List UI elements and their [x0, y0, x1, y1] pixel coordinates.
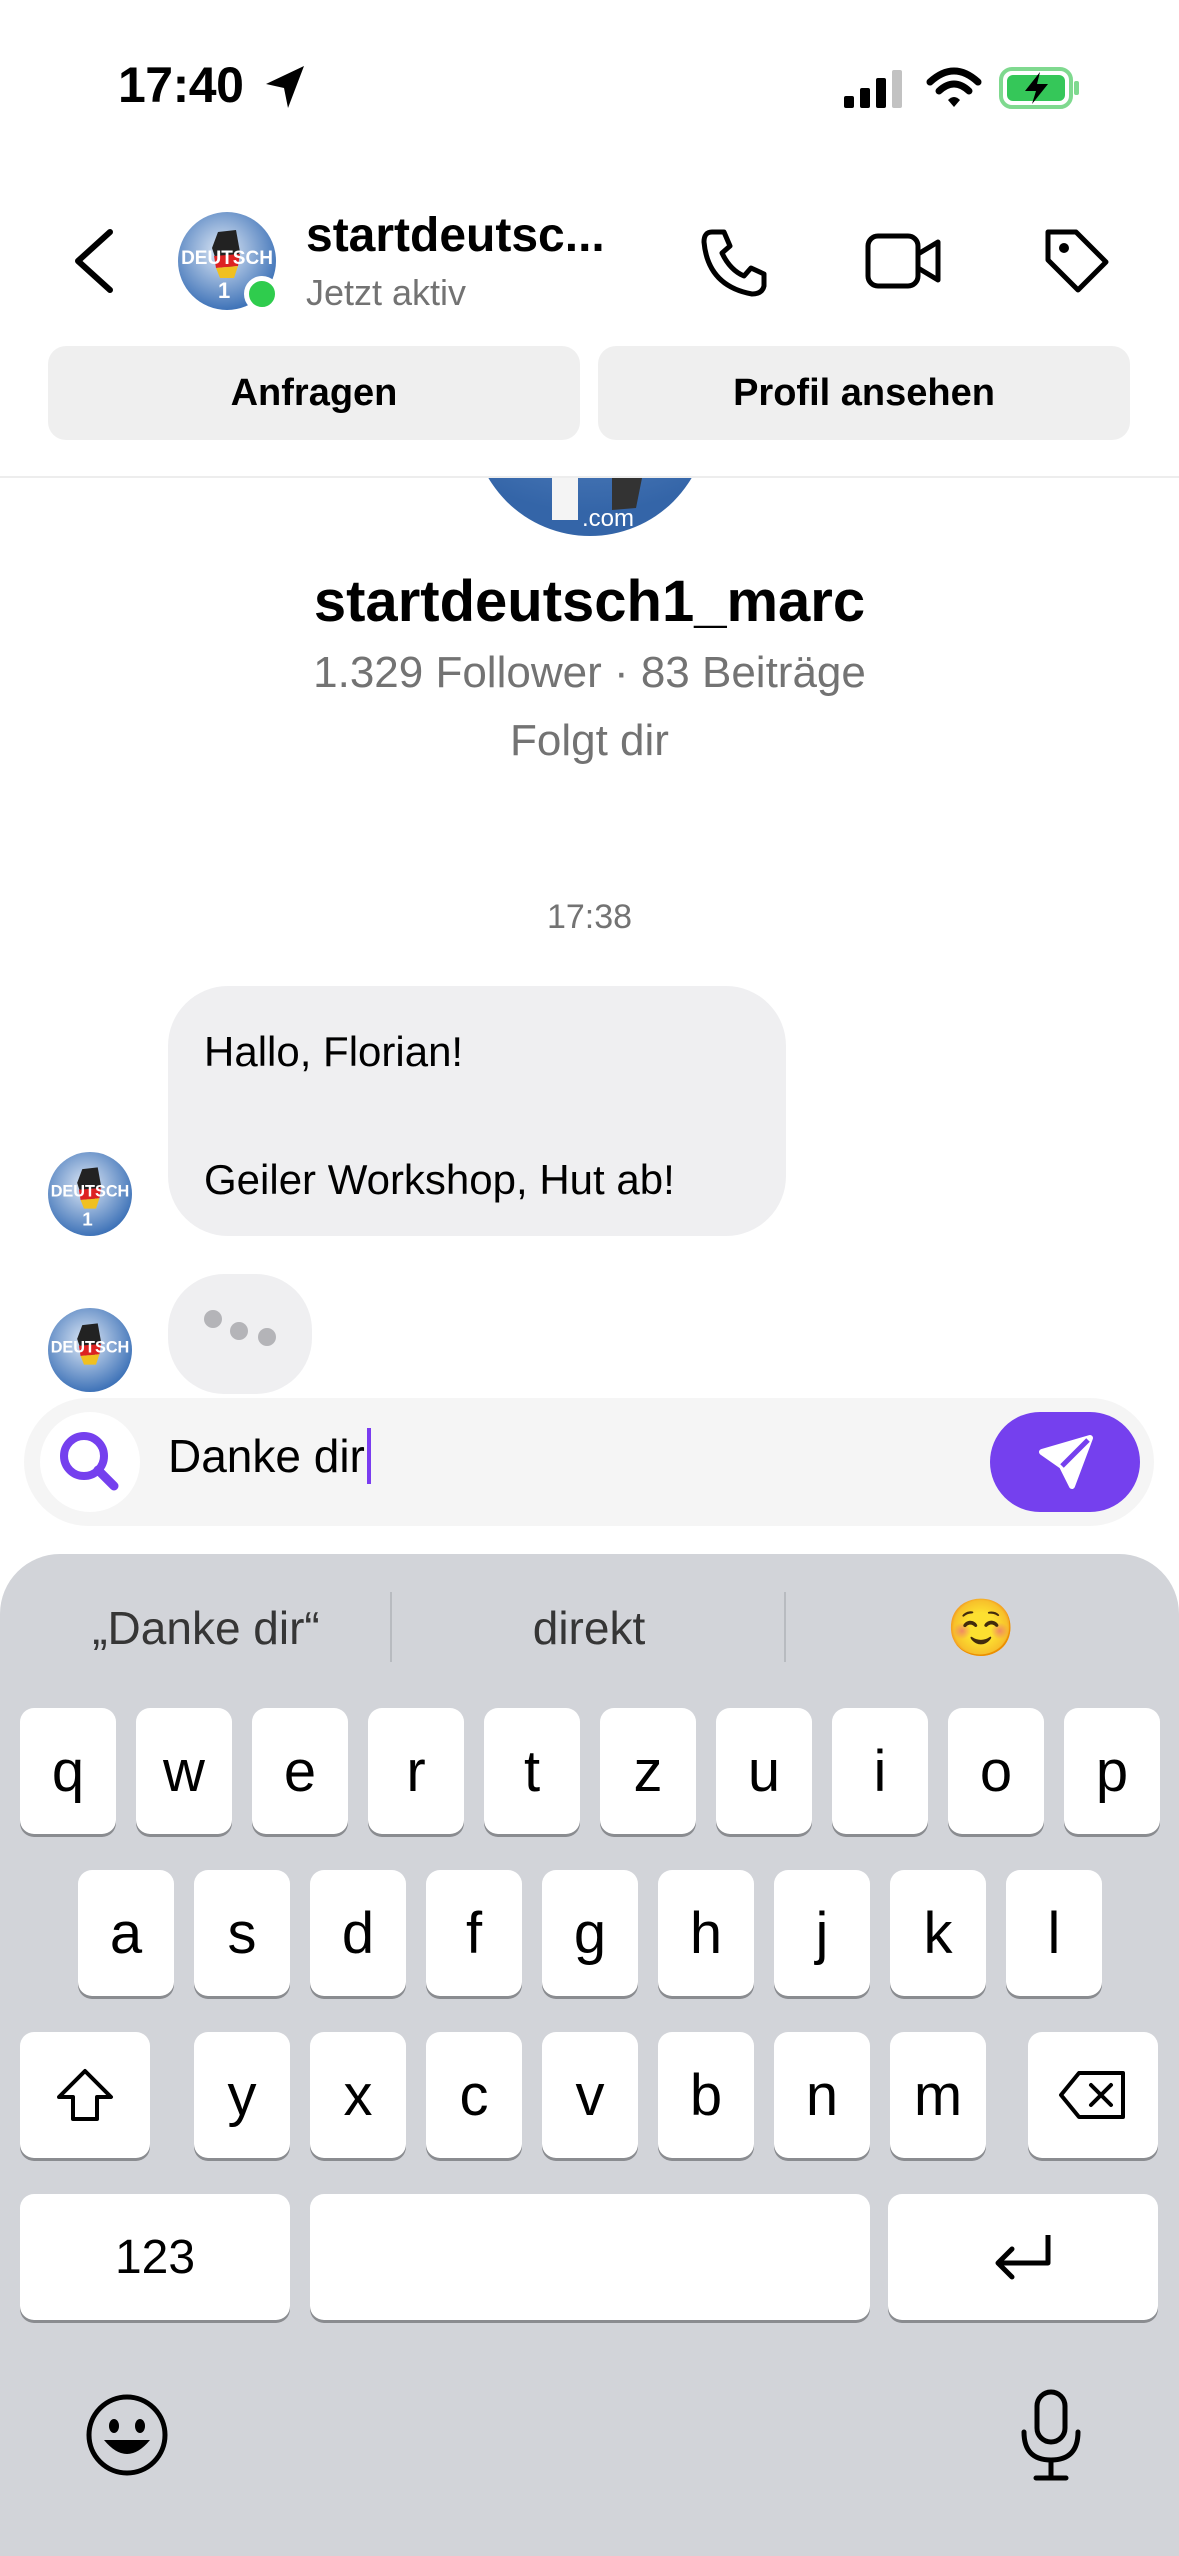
message-avatar[interactable]: DEUTSCH 1	[48, 1152, 132, 1236]
key-t[interactable]: t	[484, 1708, 580, 1834]
suggestion-3[interactable]: ☺️	[786, 1590, 1176, 1666]
suggestion-divider	[390, 1592, 392, 1662]
key-k[interactable]: k	[890, 1870, 986, 1996]
view-profile-button[interactable]: Profil ansehen	[598, 346, 1130, 440]
message-timestamp: 17:38	[546, 898, 633, 936]
key-i[interactable]: i	[832, 1708, 928, 1834]
key-e[interactable]: e	[252, 1708, 348, 1834]
key-o[interactable]: o	[948, 1708, 1044, 1834]
suggestion-2[interactable]: direkt	[394, 1590, 784, 1666]
microphone-icon[interactable]	[1016, 2388, 1086, 2484]
key-d[interactable]: d	[310, 1870, 406, 1996]
search-button[interactable]	[40, 1412, 140, 1512]
key-v[interactable]: v	[542, 2032, 638, 2158]
video-call-icon[interactable]	[864, 230, 942, 292]
profile-username: startdeutsch1_marc	[313, 569, 866, 634]
search-icon	[60, 1432, 119, 1491]
key-y[interactable]: y	[194, 2032, 290, 2158]
key-c[interactable]: c	[426, 2032, 522, 2158]
message-input[interactable]: Danke dir	[168, 1428, 371, 1484]
text-cursor	[366, 1428, 371, 1484]
emoji-icon[interactable]	[84, 2392, 170, 2478]
key-j[interactable]: j	[774, 1870, 870, 1996]
phone-call-icon[interactable]	[700, 226, 770, 298]
message-input-text: Danke dir	[168, 1430, 365, 1482]
key-s[interactable]: s	[194, 1870, 290, 1996]
svg-text:1: 1	[218, 278, 230, 303]
shift-arrow-icon	[57, 2069, 113, 2121]
key-u[interactable]: u	[716, 1708, 812, 1834]
location-arrow-icon	[266, 66, 304, 108]
typing-dot	[204, 1310, 222, 1328]
profile-avatar[interactable]: .com	[472, 478, 708, 536]
key-z[interactable]: z	[600, 1708, 696, 1834]
wifi-icon	[926, 67, 982, 107]
message-line-1: Hallo, Florian!	[204, 1028, 464, 1075]
key-l[interactable]: l	[1006, 1870, 1102, 1996]
status-time: 17:40	[118, 57, 244, 113]
key-r[interactable]: r	[368, 1708, 464, 1834]
activity-status: Jetzt aktiv	[306, 272, 467, 313]
send-icon	[1039, 1435, 1093, 1489]
key-b[interactable]: b	[658, 2032, 754, 2158]
space-key[interactable]	[310, 2194, 870, 2320]
message-line-2: Geiler Workshop, Hut ab!	[204, 1156, 675, 1203]
online-indicator	[244, 276, 280, 312]
backspace-key[interactable]	[1028, 2032, 1158, 2158]
backspace-icon	[1059, 2071, 1125, 2119]
key-h[interactable]: h	[658, 1870, 754, 1996]
svg-text:DEUTSCH: DEUTSCH	[51, 1183, 130, 1201]
battery-charging-icon	[999, 67, 1079, 109]
back-chevron-icon[interactable]	[66, 226, 122, 296]
svg-text:.com: .com	[582, 505, 634, 532]
svg-text:DEUTSCH: DEUTSCH	[181, 248, 273, 269]
shift-key[interactable]	[20, 2032, 150, 2158]
suggestion-1[interactable]: „Danke dir“	[20, 1590, 392, 1666]
key-q[interactable]: q	[20, 1708, 116, 1834]
cellular-signal-icon	[844, 70, 902, 108]
return-key[interactable]	[888, 2194, 1158, 2320]
svg-text:DEUTSCH: DEUTSCH	[51, 1339, 130, 1357]
chat-partner-name[interactable]: startdeutsc...	[306, 208, 636, 263]
key-p[interactable]: p	[1064, 1708, 1160, 1834]
send-button[interactable]	[990, 1412, 1140, 1512]
tag-icon[interactable]	[1040, 224, 1112, 296]
key-g[interactable]: g	[542, 1870, 638, 1996]
key-n[interactable]: n	[774, 2032, 870, 2158]
svg-text:1: 1	[82, 1209, 92, 1230]
received-message-bubble[interactable]: Hallo, Florian! Geiler Workshop, Hut ab!	[168, 986, 786, 1236]
key-x[interactable]: x	[310, 2032, 406, 2158]
key-w[interactable]: w	[136, 1708, 232, 1834]
typing-indicator	[168, 1274, 312, 1394]
return-arrow-icon	[995, 2235, 1051, 2280]
typing-dot	[258, 1328, 276, 1346]
key-f[interactable]: f	[426, 1870, 522, 1996]
typing-dot	[230, 1322, 248, 1340]
follows-you-label: Folgt dir	[510, 716, 669, 765]
key-m[interactable]: m	[890, 2032, 986, 2158]
profile-stats: 1.329 Follower · 83 Beiträge	[313, 648, 866, 697]
request-button[interactable]: Anfragen	[48, 346, 580, 440]
numbers-key[interactable]: 123	[20, 2194, 290, 2320]
typing-avatar: DEUTSCH	[48, 1308, 132, 1392]
key-a[interactable]: a	[78, 1870, 174, 1996]
